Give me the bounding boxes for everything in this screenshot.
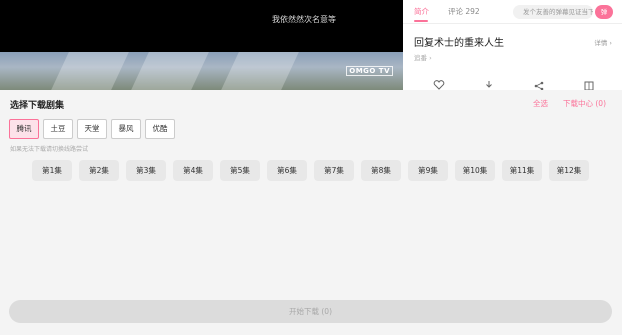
heart-icon[interactable] [433, 80, 445, 90]
source-baofeng[interactable]: 暴风 [111, 119, 141, 139]
source-tudou[interactable]: 土豆 [43, 119, 73, 139]
source-youku[interactable]: 优酷 [145, 119, 175, 139]
info-tabs: 简介 评论 292 发个友善的弹幕见证当下 弹 [403, 0, 622, 24]
episode-7[interactable]: 第7集 [314, 160, 354, 181]
episode-4[interactable]: 第4集 [173, 160, 213, 181]
video-watermark: OMGO TV [346, 66, 393, 76]
select-all-button[interactable]: 全选 [533, 98, 548, 109]
episode-9[interactable]: 第9集 [408, 160, 448, 181]
episode-6[interactable]: 第6集 [267, 160, 307, 181]
episode-2[interactable]: 第2集 [79, 160, 119, 181]
episode-5[interactable]: 第5集 [220, 160, 260, 181]
video-title: 回复术士的重来人生 [414, 38, 504, 49]
download-center-link[interactable]: 下载中心 (0) [563, 98, 606, 109]
video-frame [0, 52, 403, 90]
episode-3[interactable]: 第3集 [126, 160, 166, 181]
tab-indicator [414, 20, 428, 22]
detail-link[interactable]: 详情 › [594, 37, 612, 47]
source-hint: 如果无法下载请切换线路尝试 [10, 146, 89, 153]
start-download-button[interactable]: 开始下载 (0) [9, 300, 612, 323]
tab-intro[interactable]: 简介 [414, 6, 429, 17]
source-tencent[interactable]: 腾讯 [9, 119, 39, 139]
video-player[interactable]: 我依然然次名意等 OMGO TV [0, 0, 403, 90]
info-panel: 简介 评论 292 发个友善的弹幕见证当下 弹 回复术士的重来人生 详情 › 追… [403, 0, 622, 90]
book-icon[interactable] [583, 80, 595, 90]
episode-11[interactable]: 第11集 [502, 160, 542, 181]
source-tiantang[interactable]: 天堂 [77, 119, 107, 139]
episode-10[interactable]: 第10集 [455, 160, 495, 181]
follow-link[interactable]: 追番 › [414, 52, 432, 62]
episode-12[interactable]: 第12集 [549, 160, 589, 181]
tab-comments[interactable]: 评论 292 [448, 6, 480, 17]
download-icon[interactable] [483, 80, 495, 90]
danmaku-send-button[interactable]: 弹 [595, 5, 613, 19]
download-panel: 选择下载剧集 全选 下载中心 (0) 腾讯 土豆 天堂 暴风 优酷 如果无法下载… [0, 90, 622, 335]
episode-1[interactable]: 第1集 [32, 160, 72, 181]
danmaku-text: 我依然然次名意等 [272, 15, 336, 24]
panel-title: 选择下载剧集 [10, 101, 65, 111]
danmaku-input[interactable]: 发个友善的弹幕见证当下 [513, 5, 593, 19]
episode-8[interactable]: 第8集 [361, 160, 401, 181]
share-icon[interactable] [533, 80, 545, 90]
